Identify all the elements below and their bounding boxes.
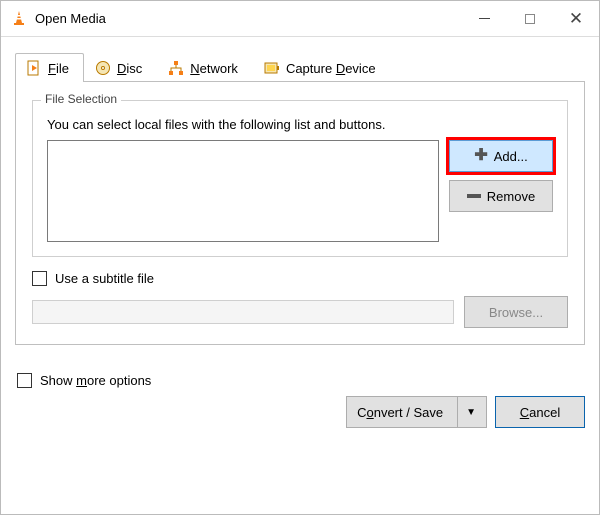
subtitle-path-input — [32, 300, 454, 324]
minimize-button[interactable] — [461, 1, 507, 36]
add-button[interactable]: ✚ Add... — [449, 140, 553, 172]
tab-network-label: Network — [190, 61, 238, 76]
title-bar: Open Media ✕ — [1, 1, 599, 37]
tab-capture-label: Capture Device — [286, 61, 376, 76]
tab-disc[interactable]: Disc — [84, 53, 157, 82]
browse-button: Browse... — [464, 296, 568, 328]
window-title: Open Media — [11, 10, 461, 28]
minus-icon — [467, 194, 481, 198]
convert-save-button[interactable]: Convert / Save ▼ — [346, 396, 487, 428]
file-list[interactable] — [47, 140, 439, 242]
tab-file-label: File — [48, 61, 69, 76]
capture-device-icon — [264, 60, 280, 76]
show-more-options-checkbox[interactable] — [17, 373, 32, 388]
show-more-options-row[interactable]: Show more options — [15, 373, 585, 388]
use-subtitle-checkbox-row[interactable]: Use a subtitle file — [32, 271, 568, 286]
file-selection-instruction: You can select local files with the foll… — [47, 117, 553, 132]
file-selection-group: File Selection You can select local file… — [32, 100, 568, 257]
cancel-button-label: Cancel — [520, 405, 560, 420]
tab-disc-label: Disc — [117, 61, 142, 76]
add-button-label: Add... — [494, 149, 528, 164]
maximize-button[interactable] — [507, 1, 553, 36]
convert-save-dropdown[interactable]: ▼ — [457, 397, 484, 427]
tab-file[interactable]: File — [15, 53, 84, 82]
window-title-text: Open Media — [35, 12, 106, 25]
close-button[interactable]: ✕ — [553, 1, 599, 36]
browse-button-label: Browse... — [489, 305, 543, 320]
chevron-down-icon: ▼ — [466, 407, 476, 418]
file-tab-panel: File Selection You can select local file… — [15, 82, 585, 345]
dialog-footer: Convert / Save ▼ Cancel — [15, 396, 585, 428]
remove-button-label: Remove — [487, 189, 535, 204]
disc-icon — [95, 60, 111, 76]
network-icon — [168, 60, 184, 76]
cancel-button[interactable]: Cancel — [495, 396, 585, 428]
tab-network[interactable]: Network — [157, 53, 253, 82]
window-controls: ✕ — [461, 1, 599, 36]
use-subtitle-checkbox[interactable] — [32, 271, 47, 286]
remove-button[interactable]: Remove — [449, 180, 553, 212]
plus-icon: ✚ — [474, 148, 487, 164]
file-selection-label: File Selection — [41, 92, 121, 106]
file-icon — [26, 60, 42, 76]
convert-save-label: Convert / Save — [357, 405, 443, 420]
show-more-options-label: Show more options — [40, 373, 151, 388]
use-subtitle-label: Use a subtitle file — [55, 271, 154, 286]
media-tabs: File Disc Network Capture Device — [15, 49, 585, 82]
tab-capture-device[interactable]: Capture Device — [253, 53, 391, 82]
vlc-cone-icon — [11, 10, 27, 28]
